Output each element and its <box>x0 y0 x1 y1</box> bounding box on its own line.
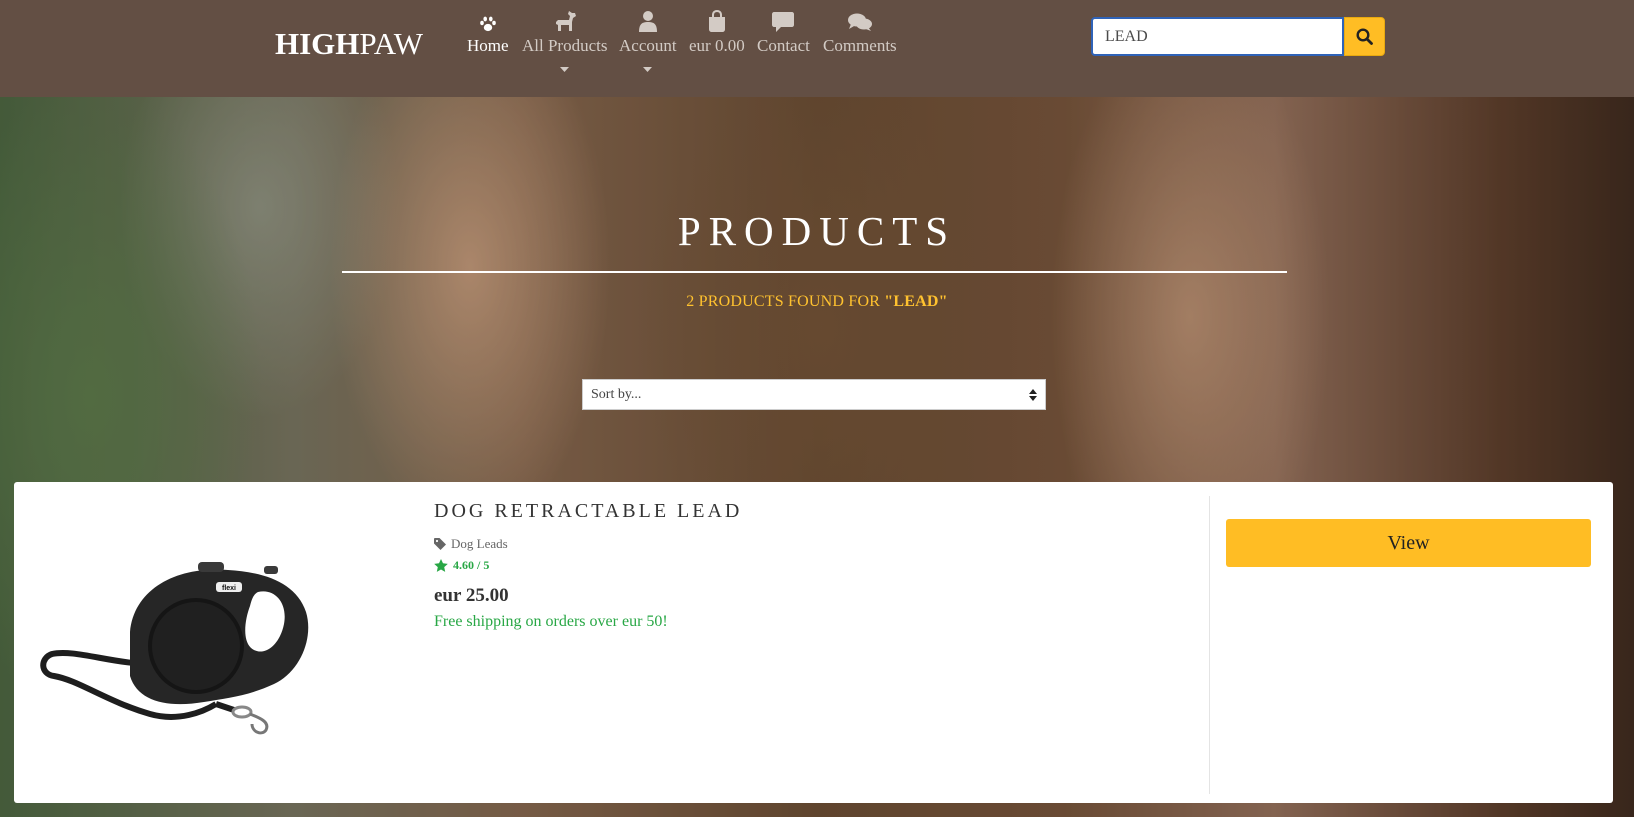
search-icon <box>1356 28 1373 45</box>
search-form <box>1091 17 1385 56</box>
brand-logo[interactable]: HIGHPAW <box>275 26 423 62</box>
search-button[interactable] <box>1344 17 1385 56</box>
product-card: flexi DOG RETRACTABLE LEAD Dog Leads 4.6… <box>14 482 1613 803</box>
brand-bold: HIGH <box>275 26 360 61</box>
dog-icon <box>522 8 607 36</box>
product-category-label: Dog Leads <box>451 536 508 551</box>
sort-select[interactable]: Sort by... <box>582 379 1046 410</box>
user-icon <box>619 8 677 36</box>
title-divider <box>342 271 1287 273</box>
chevron-down-icon <box>619 62 677 76</box>
product-rating-value: 4.60 / 5 <box>453 558 490 572</box>
nav-home-label: Home <box>467 36 509 55</box>
nav-contact-label: Contact <box>757 36 810 55</box>
star-icon <box>434 559 448 572</box>
speech-bubble-icon <box>757 8 810 36</box>
navbar: HIGHPAW Home All Products Account eur 0.… <box>0 0 1634 97</box>
search-results-count: 2 PRODUCTS FOUND FOR "LEAD" <box>0 293 1634 311</box>
page-title: PRODUCTS <box>677 208 957 254</box>
nav-comments[interactable]: Comments <box>823 8 897 56</box>
product-rating: 4.60 / 5 <box>434 558 489 573</box>
product-price: eur 25.00 <box>434 585 509 606</box>
nav-bag[interactable]: eur 0.00 <box>689 8 745 56</box>
search-input[interactable] <box>1091 17 1344 56</box>
sort-select-value: Sort by... <box>591 386 642 402</box>
results-prefix: 2 PRODUCTS FOUND FOR <box>686 293 885 310</box>
nav-all-products-label: All Products <box>522 36 608 55</box>
chevron-down-icon <box>522 62 607 76</box>
card-divider <box>1209 496 1210 794</box>
nav-all-products[interactable]: All Products <box>522 8 607 76</box>
product-category[interactable]: Dog Leads <box>434 536 508 552</box>
view-product-button[interactable]: View <box>1226 519 1591 567</box>
nav-account[interactable]: Account <box>619 8 677 76</box>
sort-arrows-icon <box>1029 388 1037 401</box>
nav-home[interactable]: Home <box>467 8 509 56</box>
shopping-bag-icon <box>689 8 745 36</box>
nav-comments-label: Comments <box>823 36 897 55</box>
brand-light: PAW <box>359 26 423 61</box>
nav-bag-total: eur 0.00 <box>689 36 745 55</box>
product-name[interactable]: DOG RETRACTABLE LEAD <box>434 500 742 523</box>
paw-icon <box>467 8 509 36</box>
product-image[interactable]: flexi <box>38 552 338 742</box>
comments-icon <box>823 8 897 36</box>
results-term: "LEAD" <box>884 293 948 310</box>
nav-contact[interactable]: Contact <box>757 8 810 56</box>
nav-account-label: Account <box>619 36 677 55</box>
shipping-note: Free shipping on orders over eur 50! <box>434 613 668 630</box>
product-logo-text: flexi <box>222 585 236 592</box>
tag-icon <box>434 538 446 550</box>
